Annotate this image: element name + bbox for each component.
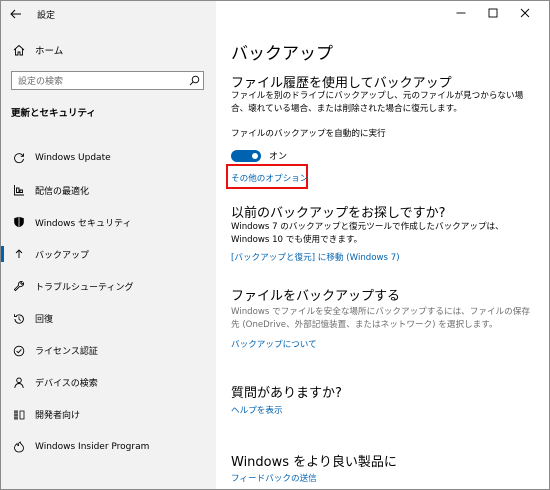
checkmark-circle-icon — [12, 345, 26, 357]
section-title: 更新とセキュリティ — [11, 108, 96, 119]
recovery-icon — [12, 313, 26, 325]
toggle-knob — [252, 152, 258, 159]
sidebar-item-developers[interactable]: 開発者向け — [1, 399, 216, 431]
close-icon — [520, 8, 530, 18]
sidebar: 設定 ホーム 設定の検索 更新とセキュリティ Windows Update 配信… — [1, 1, 216, 489]
sidebar-item-home[interactable]: ホーム — [1, 39, 216, 61]
sidebar-item-label: デバイスの検索 — [35, 379, 98, 390]
wrench-icon — [12, 280, 26, 292]
feedback-link[interactable]: フィードバックの送信 — [231, 472, 317, 484]
sidebar-item-delivery-optimization[interactable]: 配信の最適化 — [1, 174, 216, 206]
auto-backup-toggle[interactable]: オン — [231, 149, 287, 162]
home-icon — [12, 44, 26, 56]
sidebar-item-label: 開発者向け — [35, 411, 81, 422]
search-input[interactable]: 設定の検索 — [11, 71, 204, 90]
person-pin-icon — [12, 377, 26, 389]
sidebar-item-label: トラブルシューティング — [35, 282, 134, 293]
sidebar-item-activation[interactable]: ライセンス認証 — [1, 335, 216, 367]
title-bar: 設定 — [1, 1, 216, 27]
sidebar-item-windows-security[interactable]: Windows セキュリティ — [1, 206, 216, 238]
toggle-state: オン — [269, 152, 288, 162]
refresh-icon — [12, 152, 26, 164]
close-button[interactable] — [509, 5, 541, 21]
file-history-description: ファイルを別のドライブにバックアップし、元のファイルが見つからない場合、壊れてい… — [231, 91, 524, 114]
toggle-track — [231, 149, 261, 162]
sidebar-item-find-my-device[interactable]: デバイスの検索 — [1, 367, 216, 399]
settings-window: 設定 ホーム 設定の検索 更新とセキュリティ Windows Update 配信… — [0, 0, 550, 490]
questions-heading: 質問がありますか? — [231, 386, 342, 401]
backup-icon — [12, 248, 26, 260]
sidebar-item-label: Windows セキュリティ — [35, 218, 132, 229]
about-backup-link[interactable]: バックアップについて — [231, 338, 317, 350]
insider-icon — [12, 441, 26, 453]
improve-heading: Windows をより良い製品に — [231, 455, 397, 470]
sidebar-item-backup[interactable]: バックアップ — [1, 238, 216, 270]
back-arrow-icon — [10, 9, 21, 19]
minimize-button[interactable] — [445, 5, 477, 21]
get-help-link[interactable]: ヘルプを表示 — [231, 404, 283, 416]
sidebar-item-label: 回復 — [35, 315, 54, 326]
backup-restore-link[interactable]: [バックアップと復元] に移動 (Windows 7) — [231, 251, 400, 263]
shield-icon — [12, 216, 26, 228]
sidebar-item-label: ライセンス認証 — [35, 347, 98, 358]
window-controls — [445, 5, 541, 21]
more-options-link[interactable]: その他のオプション — [231, 172, 308, 184]
backup-files-heading: ファイルをバックアップする — [231, 289, 401, 304]
auto-backup-label: ファイルのバックアップを自動的に実行 — [231, 129, 386, 139]
back-button[interactable] — [1, 1, 31, 27]
search-placeholder: 設定の検索 — [18, 77, 64, 87]
sidebar-nav: Windows Update 配信の最適化 Windows セキュリティ バック… — [1, 142, 216, 463]
search-icon[interactable] — [185, 75, 203, 86]
minimize-icon — [456, 12, 466, 14]
backup-files-description: Windows でファイルを安全な場所にバックアップするには、ファイルの保存先 … — [231, 307, 530, 330]
sidebar-item-label: Windows Insider Program — [35, 441, 150, 452]
older-backup-description: Windows 7 のバックアップと復元ツールで作成したバックアップは、Wind… — [231, 222, 504, 245]
file-history-heading: ファイル履歴を使用してバックアップ — [231, 76, 452, 91]
sidebar-item-windows-update[interactable]: Windows Update — [1, 142, 216, 174]
home-label: ホーム — [35, 46, 64, 57]
older-backup-heading: 以前のバックアップをお探しですか? — [231, 206, 446, 221]
maximize-button[interactable] — [477, 5, 509, 21]
page-title: バックアップ — [231, 44, 333, 64]
sidebar-item-troubleshoot[interactable]: トラブルシューティング — [1, 270, 216, 302]
sidebar-item-label: バックアップ — [35, 250, 90, 261]
window-title: 設定 — [37, 10, 56, 21]
maximize-icon — [488, 8, 498, 18]
delivery-optimization-icon — [12, 184, 26, 196]
developer-icon — [12, 409, 26, 421]
sidebar-item-label: Windows Update — [35, 153, 111, 164]
sidebar-item-windows-insider[interactable]: Windows Insider Program — [1, 431, 216, 463]
sidebar-item-label: 配信の最適化 — [35, 186, 90, 197]
sidebar-item-recovery[interactable]: 回復 — [1, 302, 216, 334]
